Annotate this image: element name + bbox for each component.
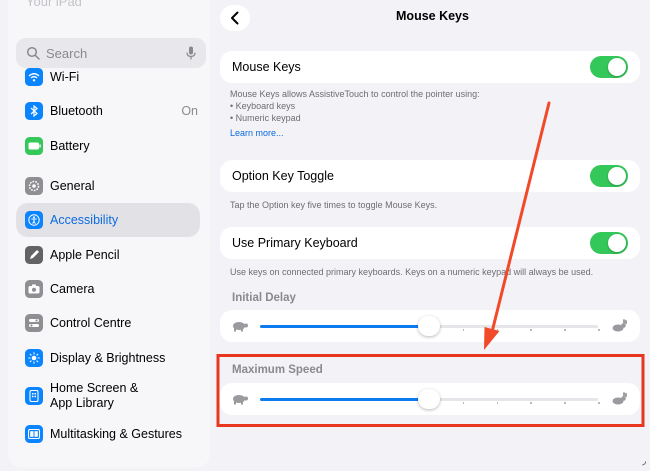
resize-corner-icon: ◞ — [642, 456, 646, 467]
annotation-overlay — [216, 101, 645, 427]
highlight-box — [216, 354, 645, 427]
annotation-arrow-shaft — [490, 101, 551, 334]
annotation-arrow-head — [484, 327, 500, 350]
